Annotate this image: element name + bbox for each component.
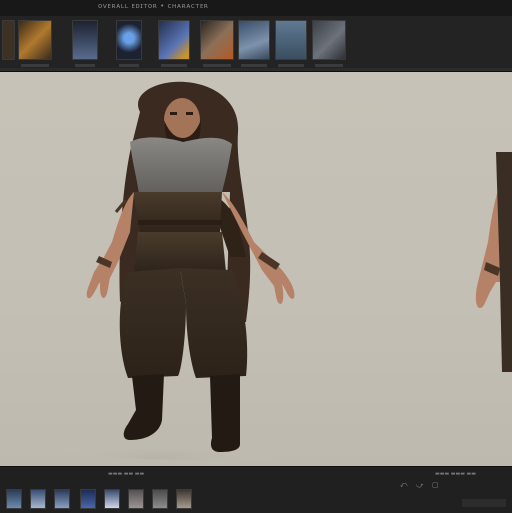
asset-thumbnail-strip: [0, 16, 512, 72]
thumb-9[interactable]: [312, 20, 346, 67]
thumb-3[interactable]: [72, 20, 98, 67]
3d-viewport[interactable]: [0, 72, 512, 466]
thumb-1[interactable]: [2, 20, 15, 60]
character-model-front[interactable]: [86, 81, 295, 452]
window-title: ᴏᴠᴇʀᴀʟʟ ᴇᴅɪᴛᴏʀ • ᴄʜᴀʀᴀᴄᴛᴇʀ: [98, 2, 209, 10]
mini-thumb-1[interactable]: [6, 489, 22, 509]
mini-thumb-2[interactable]: [30, 489, 46, 509]
status-right: ▬▬▬ ▬▬▬ ▬▬: [435, 471, 476, 477]
redo-icon[interactable]: ⤻: [416, 481, 423, 490]
character-model-side[interactable]: [475, 152, 512, 372]
title-bar: ᴏᴠᴇʀᴀʟʟ ᴇᴅɪᴛᴏʀ • ᴄʜᴀʀᴀᴄᴛᴇʀ: [0, 0, 512, 17]
mini-thumb-3[interactable]: [54, 489, 70, 509]
thumb-6[interactable]: [200, 20, 234, 67]
status-left: ▬▬▬ ▬▬ ▬▬: [108, 471, 145, 477]
thumb-5[interactable]: [158, 20, 190, 67]
stop-icon[interactable]: ▢: [432, 481, 439, 489]
undo-icon[interactable]: ⤺: [400, 481, 407, 490]
panel-toggle-button[interactable]: [462, 499, 506, 507]
mini-thumb-4[interactable]: [80, 489, 96, 509]
bottom-toolbar: ▬▬▬ ▬▬ ▬▬ ▬▬▬ ▬▬▬ ▬▬ ⤺ ⤻ ▢: [0, 466, 512, 513]
mini-thumb-7[interactable]: [152, 489, 168, 509]
mini-thumb-6[interactable]: [128, 489, 144, 509]
floor-shadow: [40, 420, 340, 460]
strip-separator: [0, 68, 512, 71]
thumb-2[interactable]: [18, 20, 52, 67]
thumb-8[interactable]: [275, 20, 307, 67]
mini-thumb-5[interactable]: [104, 489, 120, 509]
mini-thumb-8[interactable]: [176, 489, 192, 509]
viewport-scene: [40, 81, 512, 460]
thumb-4[interactable]: [116, 20, 142, 67]
thumb-7[interactable]: [238, 20, 270, 67]
